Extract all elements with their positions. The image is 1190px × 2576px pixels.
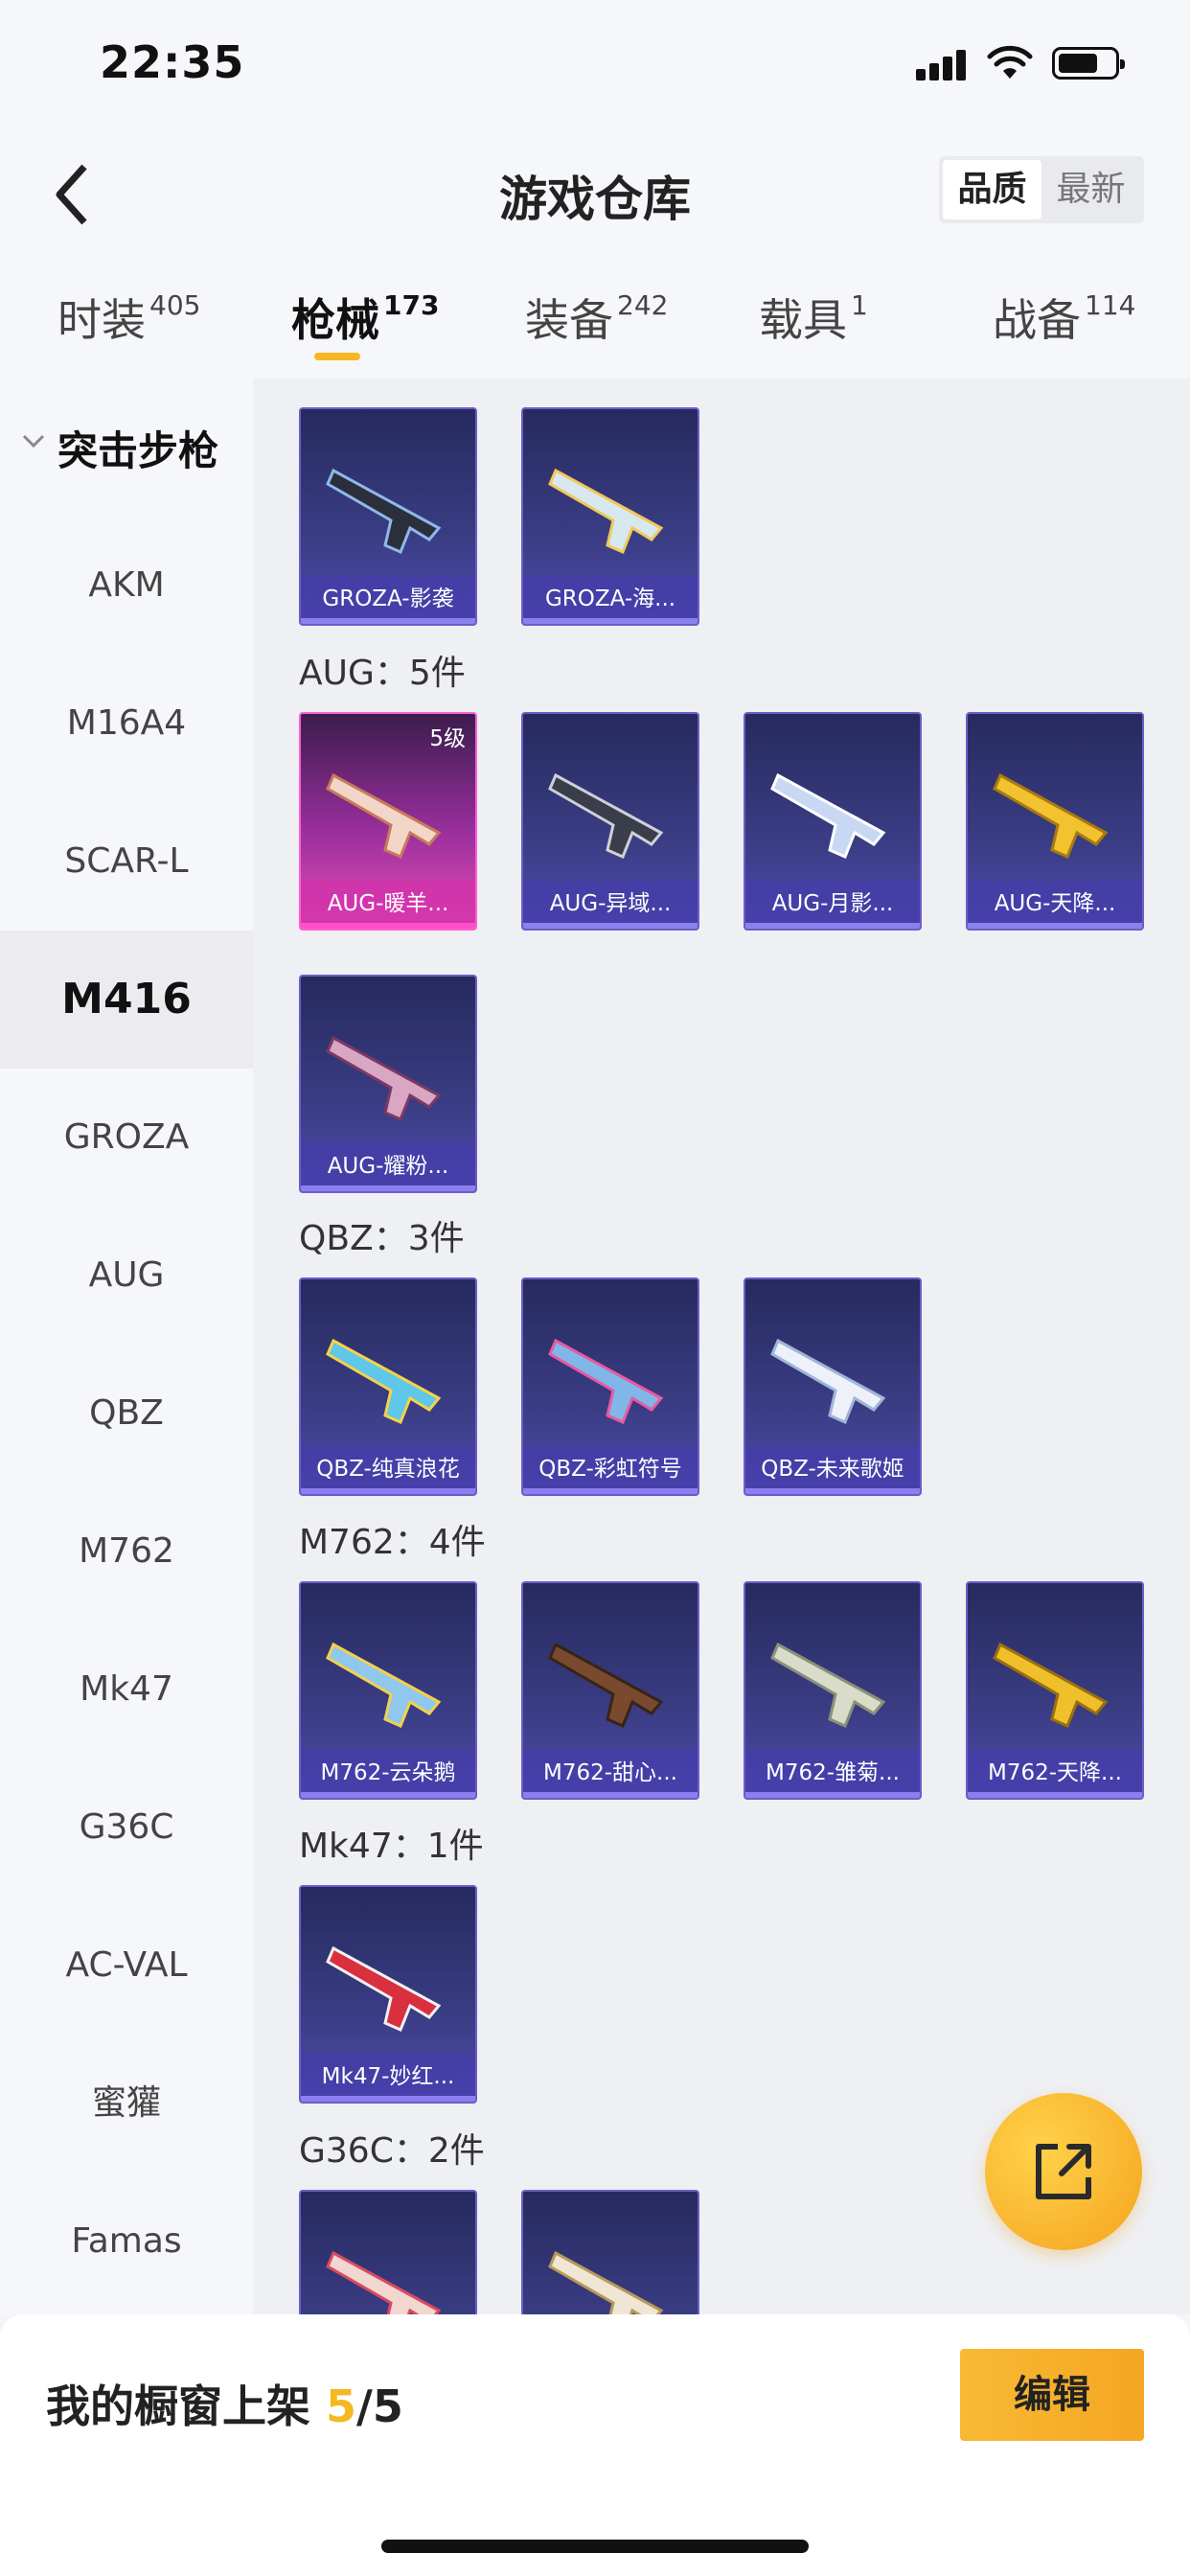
group-label-qbz: QBZ：3件 — [299, 1219, 465, 1258]
weapon-card[interactable] — [299, 2190, 477, 2314]
sort-toggle: 品质 最新 — [939, 156, 1144, 223]
sidebar-item-honey-badger[interactable]: 蜜獾 — [0, 2035, 253, 2173]
clock: 22:35 — [100, 36, 245, 88]
sidebar-item-m762[interactable]: M762 — [0, 1483, 253, 1621]
sidebar-item-mk47[interactable]: Mk47 — [0, 1621, 253, 1759]
tab-firearms[interactable]: 枪械 173 — [291, 286, 439, 349]
weapon-card[interactable]: M762-雏菊... — [744, 1581, 922, 1800]
sort-newest-button[interactable]: 最新 — [1041, 160, 1140, 219]
rifle-skin-icon — [548, 2250, 664, 2314]
rifle-skin-icon — [326, 1035, 442, 1121]
weapon-card[interactable]: QBZ-彩虹符号 — [521, 1277, 699, 1496]
tab-vehicles[interactable]: 载具 1 — [759, 286, 868, 349]
weapon-grid: GROZA-影袭 GROZA-海... AUG：5件 5级 AUG-暖羊... … — [253, 379, 1190, 2314]
sort-quality-button[interactable]: 品质 — [943, 160, 1041, 219]
wifi-icon — [987, 45, 1033, 79]
tab-fashion[interactable]: 时装 405 — [57, 286, 200, 349]
share-button[interactable] — [985, 2093, 1142, 2250]
weapon-card[interactable]: GROZA-海... — [521, 407, 699, 626]
rifle-skin-icon — [326, 2250, 442, 2314]
rifle-skin-icon — [326, 1945, 442, 2032]
sidebar-item-scar-l[interactable]: SCAR-L — [0, 793, 253, 931]
rifle-skin-icon — [770, 772, 886, 859]
group-label-mk47: Mk47：1件 — [299, 1827, 484, 1866]
sidebar-header-label: 突击步枪 — [57, 427, 219, 474]
rifle-skin-icon — [770, 1338, 886, 1424]
group-label-aug: AUG：5件 — [299, 654, 466, 693]
cellular-signal-icon — [916, 50, 968, 80]
weapon-card[interactable]: M762-天降... — [966, 1581, 1144, 1800]
rifle-skin-icon — [548, 772, 664, 859]
weapon-card[interactable]: AUG-耀粉... — [299, 975, 477, 1193]
weapon-card[interactable]: AUG-天降... — [966, 712, 1144, 931]
weapon-sidebar: 突击步枪 AKM M16A4 SCAR-L M416 GROZA AUG QBZ… — [0, 379, 253, 2314]
sidebar-item-aug[interactable]: AUG — [0, 1207, 253, 1345]
sidebar-item-ac-val[interactable]: AC-VAL — [0, 1897, 253, 2035]
home-indicator — [381, 2540, 809, 2553]
sidebar-item-groza[interactable]: GROZA — [0, 1069, 253, 1207]
page-header: 游戏仓库 品质 最新 — [0, 125, 1190, 259]
category-tabs: 时装 405 枪械 173 装备 242 载具 1 战备 114 — [0, 259, 1190, 379]
sidebar-item-qbz[interactable]: QBZ — [0, 1345, 253, 1483]
showcase-count: 我的橱窗上架 5/5 — [46, 2380, 403, 2432]
share-external-icon — [1036, 2144, 1091, 2199]
rifle-skin-icon — [326, 468, 442, 554]
weapon-card[interactable]: QBZ-未来歌姬 — [744, 1277, 922, 1496]
weapon-card[interactable]: Mk47-妙红... — [299, 1885, 477, 2104]
sidebar-category-assault-rifles[interactable]: 突击步枪 — [0, 379, 253, 517]
weapon-card[interactable]: AUG-异域... — [521, 712, 699, 931]
rifle-skin-icon — [548, 468, 664, 554]
status-bar: 22:35 — [0, 0, 1190, 125]
weapon-card[interactable]: 5级 AUG-暖羊... — [299, 712, 477, 931]
weapon-card[interactable]: M762-甜心... — [521, 1581, 699, 1800]
edit-button[interactable]: 编辑 — [960, 2349, 1144, 2441]
weapon-card[interactable]: QBZ-纯真浪花 — [299, 1277, 477, 1496]
rifle-skin-icon — [548, 1338, 664, 1424]
weapon-card[interactable] — [521, 2190, 699, 2314]
level-badge: 5级 — [429, 726, 466, 751]
group-label-g36c: G36C：2件 — [299, 2131, 485, 2171]
battery-icon — [1052, 47, 1125, 80]
chevron-down-icon — [22, 434, 45, 448]
tab-equipment[interactable]: 装备 242 — [525, 286, 668, 349]
rifle-skin-icon — [993, 772, 1109, 859]
sidebar-item-famas[interactable]: Famas — [0, 2173, 253, 2311]
rifle-skin-icon — [770, 1642, 886, 1728]
rifle-skin-icon — [326, 772, 442, 859]
weapon-card[interactable]: AUG-月影... — [744, 712, 922, 931]
sidebar-item-m416[interactable]: M416 — [0, 931, 253, 1069]
bottom-bar: 我的橱窗上架 5/5 编辑 — [0, 2314, 1190, 2576]
sidebar-item-g36c[interactable]: G36C — [0, 1759, 253, 1897]
rifle-skin-icon — [993, 1642, 1109, 1728]
rifle-skin-icon — [548, 1642, 664, 1728]
sidebar-item-m16a4[interactable]: M16A4 — [0, 655, 253, 793]
rifle-skin-icon — [326, 1338, 442, 1424]
group-label-m762: M762：4件 — [299, 1523, 486, 1562]
sidebar-item-akm[interactable]: AKM — [0, 517, 253, 655]
rifle-skin-icon — [326, 1642, 442, 1728]
weapon-card[interactable]: GROZA-影袭 — [299, 407, 477, 626]
weapon-card[interactable]: M762-云朵鹅 — [299, 1581, 477, 1800]
tab-combat-supplies[interactable]: 战备 114 — [993, 286, 1135, 349]
tab-active-indicator — [314, 353, 360, 360]
